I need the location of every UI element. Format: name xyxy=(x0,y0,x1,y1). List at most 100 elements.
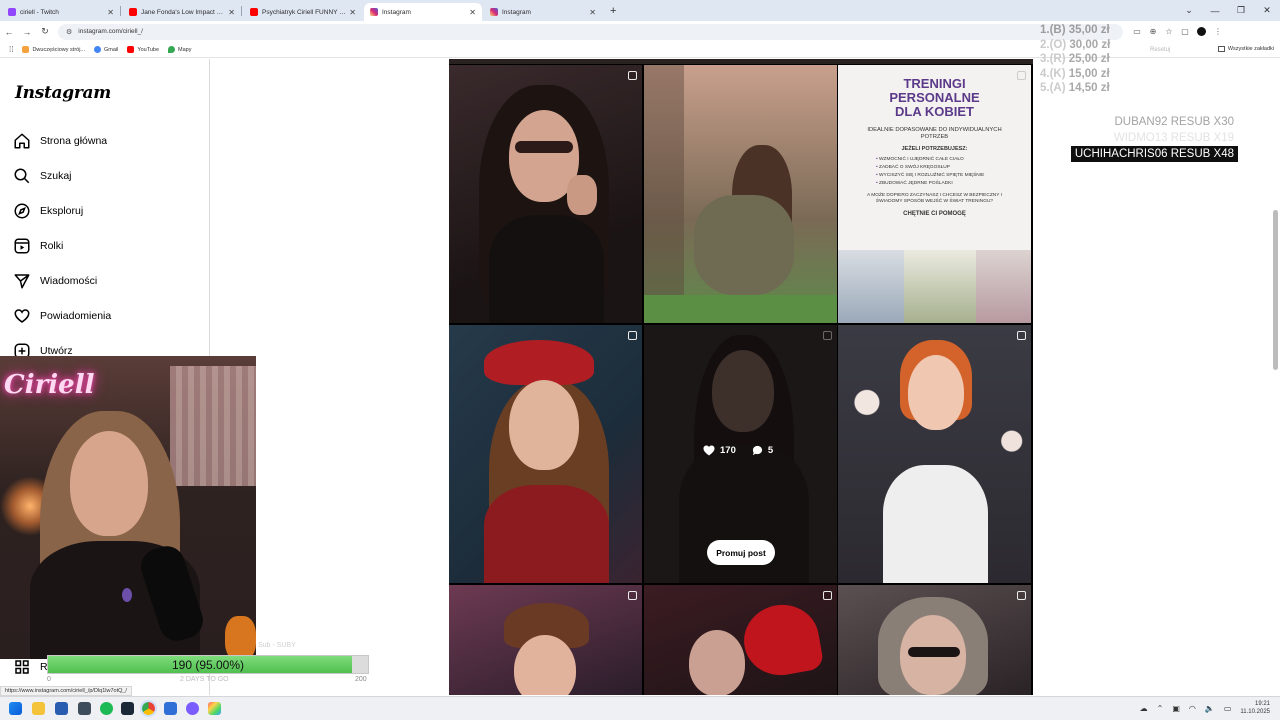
tab-title: ciriell - Twitch xyxy=(20,8,59,16)
nav-explore[interactable]: Eksploruj xyxy=(13,199,193,223)
bookmark-maps[interactable]: Mapy xyxy=(168,46,191,53)
webcam-prop xyxy=(225,616,256,659)
all-bookmarks[interactable]: Wszystkie zakładki xyxy=(1217,46,1274,52)
search-icon xyxy=(14,168,30,184)
extensions-icon[interactable]: ▢ xyxy=(1177,27,1193,36)
page-scrollbar[interactable] xyxy=(1273,210,1278,370)
site-info-icon[interactable]: ⚙ xyxy=(66,28,72,36)
cloud-icon[interactable]: ☁ xyxy=(1140,704,1148,713)
bookmark-gmail[interactable]: Gmail xyxy=(94,46,118,53)
nav-home[interactable]: Strona główna xyxy=(13,129,193,153)
nav-label: Powiadomienia xyxy=(40,310,112,322)
file-explorer-icon[interactable] xyxy=(32,702,45,715)
post-tile[interactable] xyxy=(838,585,1031,695)
menu-icon[interactable]: ⋮ xyxy=(1210,27,1226,36)
browser-tab-twitch[interactable]: ciriell - Twitch ✕ xyxy=(2,3,120,21)
cast-icon[interactable]: ▭ xyxy=(1129,27,1145,36)
instagram-logo[interactable]: Instagram xyxy=(15,83,111,103)
browser-tab-instagram-active[interactable]: Instagram ✕ xyxy=(364,3,482,21)
tab-title: Instagram xyxy=(382,8,411,16)
spotify-icon[interactable] xyxy=(100,702,113,715)
ranking-row: 3.(R) 25,00 zł xyxy=(1040,52,1110,67)
minimize-icon[interactable]: — xyxy=(1202,6,1228,16)
profile-avatar[interactable] xyxy=(1197,27,1206,36)
post-photo xyxy=(644,295,837,323)
app-icon[interactable] xyxy=(208,702,221,715)
nav-messages[interactable]: Wiadomości xyxy=(13,269,193,293)
store-icon[interactable] xyxy=(55,702,68,715)
promote-post-button[interactable]: Promuj post xyxy=(707,540,775,565)
post-tile[interactable]: TRENINGI PERSONALNE DLA KOBIET IDEALNIE … xyxy=(838,65,1031,323)
chrome-icon[interactable] xyxy=(140,700,157,717)
tab-separator xyxy=(120,5,121,16)
apps-icon[interactable]: ⁞⁞ xyxy=(9,45,13,54)
carousel-icon xyxy=(1017,591,1026,600)
star-icon[interactable]: ☆ xyxy=(1161,27,1177,36)
obs-icon[interactable] xyxy=(186,702,199,715)
reload-icon[interactable]: ↻ xyxy=(36,26,54,37)
ranking-row: 5.(A) 14,50 zł xyxy=(1040,81,1110,96)
post-tile[interactable] xyxy=(644,65,837,323)
back-icon[interactable]: ← xyxy=(0,27,18,37)
app-icon[interactable] xyxy=(164,702,177,715)
carousel-icon xyxy=(1017,71,1026,80)
post-tile-hovered[interactable]: 170 5 Promuj post xyxy=(644,325,837,583)
app-tray-icon[interactable]: ▣ xyxy=(1172,704,1180,713)
post-photo xyxy=(515,141,573,153)
zoom-reset-button[interactable]: Resetuj xyxy=(1150,47,1170,53)
carousel-icon xyxy=(823,591,832,600)
wifi-icon[interactable]: ◠ xyxy=(1189,704,1196,713)
nav-search[interactable]: Szukaj xyxy=(13,164,193,188)
all-bookmarks-label: Wszystkie zakładki xyxy=(1227,46,1274,52)
send-icon xyxy=(14,274,30,289)
close-icon[interactable]: ✕ xyxy=(469,8,476,17)
zoom-icon[interactable]: ⊕ xyxy=(1145,27,1161,36)
address-bar[interactable]: ⚙ instagram.com/ciriell_/ xyxy=(58,23,1123,40)
close-icon[interactable]: ✕ xyxy=(107,8,114,17)
clock[interactable]: 19:21 11.10.2025 xyxy=(1240,700,1270,716)
post-photo xyxy=(694,195,794,295)
ranking-rank: 5.(A) xyxy=(1040,82,1066,95)
volume-icon[interactable]: 🔈 xyxy=(1205,704,1215,713)
bookmark-youtube[interactable]: YouTube xyxy=(127,46,159,53)
bookmark-item[interactable]: Dwuczęściowy strój... xyxy=(22,46,85,53)
close-icon[interactable]: ✕ xyxy=(589,8,596,17)
post-tile[interactable] xyxy=(449,325,642,583)
post-photo xyxy=(484,340,594,385)
post-photo xyxy=(738,599,825,681)
tab-search-icon[interactable]: ⌄ xyxy=(1176,5,1202,16)
previous-row-edge xyxy=(449,59,1033,64)
steam-icon[interactable] xyxy=(121,702,134,715)
post-tile[interactable] xyxy=(644,585,837,695)
new-tab-button[interactable]: + xyxy=(610,5,616,17)
nav-label: Strona główna xyxy=(40,135,108,147)
ranking-rank: 3.(R) xyxy=(1040,53,1066,66)
forward-icon[interactable]: → xyxy=(18,27,36,37)
youtube-icon xyxy=(250,8,258,16)
poster-title: TRENINGI PERSONALNE DLA KOBIET xyxy=(838,77,1031,119)
nav-notifications[interactable]: Powiadomienia xyxy=(13,304,193,328)
post-stats: 170 5 xyxy=(703,445,773,456)
close-window-icon[interactable]: ✕ xyxy=(1254,5,1280,16)
chevron-up-icon[interactable]: ⌃ xyxy=(1157,704,1164,713)
resub-alert: DUBAN92 RESUB X30 xyxy=(1114,116,1234,128)
app-icon[interactable] xyxy=(78,702,91,715)
post-tile[interactable] xyxy=(449,65,642,323)
carousel-icon xyxy=(628,331,637,340)
neon-sign: Ciriell xyxy=(4,370,95,400)
browser-tab-instagram[interactable]: Instagram ✕ xyxy=(484,3,602,21)
browser-tab-youtube-1[interactable]: Jane Fonda's Low Impact Workout ✕ xyxy=(123,3,241,21)
windows-start-icon[interactable] xyxy=(9,702,22,715)
post-tile[interactable] xyxy=(838,325,1031,583)
battery-icon[interactable]: ▭ xyxy=(1224,704,1232,713)
nav-reels[interactable]: Rolki xyxy=(13,234,193,258)
maximize-icon[interactable]: ❐ xyxy=(1228,5,1254,16)
poster-photo xyxy=(976,250,1031,323)
post-tile[interactable] xyxy=(449,585,642,695)
browser-tab-youtube-2[interactable]: Psychiatryk Ciriell FUNNY MOMENTS ✕ xyxy=(244,3,362,21)
close-icon[interactable]: ✕ xyxy=(228,8,235,17)
tab-title: Psychiatryk Ciriell FUNNY MOMENTS xyxy=(262,8,346,16)
poster-bullet: WYCISZYĆ SIĘ I ROZLUŹNIĆ SPIĘTE MIĘŚNIE xyxy=(876,172,1031,180)
home-icon xyxy=(14,133,30,149)
close-icon[interactable]: ✕ xyxy=(349,8,356,17)
